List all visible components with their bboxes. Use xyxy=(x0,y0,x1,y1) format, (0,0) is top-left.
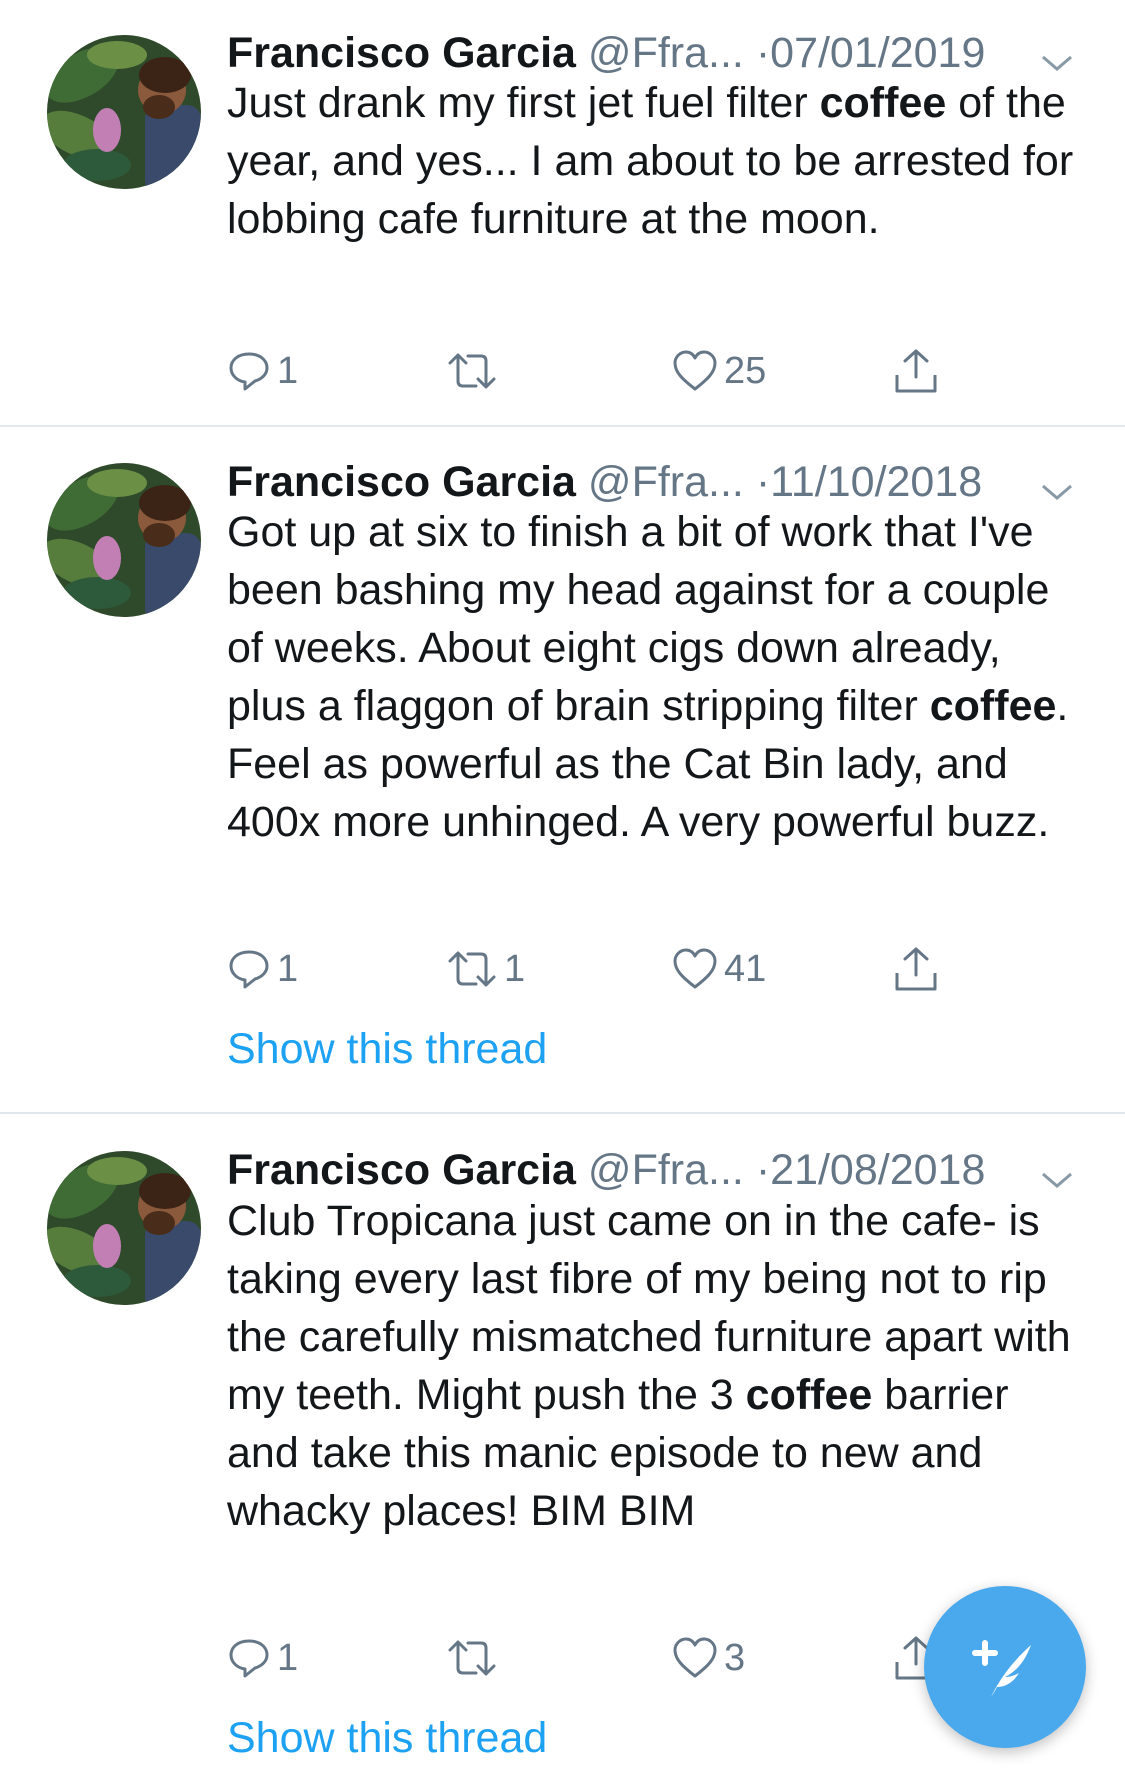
share-button[interactable] xyxy=(893,941,939,997)
reply-icon xyxy=(229,950,269,989)
tweet-actions: 1 3 xyxy=(227,1630,987,1686)
tweet-date[interactable]: 21/08/2018 xyxy=(770,1146,985,1194)
avatar[interactable] xyxy=(47,463,201,617)
retweet-icon xyxy=(448,951,496,987)
like-count: 41 xyxy=(724,947,767,990)
tweet[interactable]: Francisco Garcia @Ffra... ·11/10/2018 Go… xyxy=(0,427,1125,1112)
heart-icon xyxy=(673,948,717,989)
reply-count: 1 xyxy=(277,1636,299,1679)
tweet-date[interactable]: 07/01/2019 xyxy=(770,29,985,77)
reply-count: 1 xyxy=(277,349,299,392)
reply-button[interactable]: 1 xyxy=(227,1630,298,1686)
like-count: 25 xyxy=(724,349,767,392)
tweet-header: Francisco Garcia @Ffra... ·21/08/2018 xyxy=(227,1142,1087,1198)
tweet-text: Just drank my first jet fuel filter coff… xyxy=(227,74,1087,248)
tweet-text-segment: Got up at six to finish a bit of work th… xyxy=(227,508,1050,730)
highlighted-keyword: coffee xyxy=(819,79,947,127)
highlighted-keyword: coffee xyxy=(745,1371,873,1419)
heart-icon xyxy=(673,350,717,391)
share-icon xyxy=(895,947,937,991)
like-button[interactable]: 3 xyxy=(672,1630,745,1686)
reply-icon xyxy=(229,1639,269,1678)
reply-icon xyxy=(229,352,269,391)
author-handle[interactable]: @Ffra... xyxy=(588,29,744,77)
reply-count: 1 xyxy=(277,947,299,990)
avatar[interactable] xyxy=(47,35,201,189)
like-button[interactable]: 25 xyxy=(672,343,766,399)
author-handle[interactable]: @Ffra... xyxy=(588,458,744,506)
tweet-actions: 1 25 xyxy=(227,343,987,399)
tweet-text: Club Tropicana just came on in the cafe-… xyxy=(227,1192,1087,1540)
retweet-button[interactable] xyxy=(446,1630,504,1686)
highlighted-keyword: coffee xyxy=(929,682,1057,730)
tweet-actions: 1 1 41 xyxy=(227,941,987,997)
tweet[interactable]: Francisco Garcia @Ffra... ·07/01/2019 Ju… xyxy=(0,0,1125,425)
retweet-button[interactable] xyxy=(446,343,504,399)
like-count: 3 xyxy=(724,1636,746,1679)
retweet-count: 1 xyxy=(504,947,526,990)
chevron-down-icon[interactable] xyxy=(1037,1154,1077,1188)
reply-button[interactable]: 1 xyxy=(227,343,298,399)
retweet-icon xyxy=(448,1640,496,1676)
compose-tweet-icon xyxy=(972,1640,1031,1697)
show-thread-link[interactable]: Show this thread xyxy=(227,1710,547,1766)
separator-dot: · xyxy=(755,29,771,77)
author-name[interactable]: Francisco Garcia xyxy=(227,458,576,506)
avatar[interactable] xyxy=(47,1151,201,1305)
like-button[interactable]: 41 xyxy=(672,941,766,997)
heart-icon xyxy=(673,1637,717,1678)
compose-tweet-button[interactable] xyxy=(924,1586,1086,1748)
retweet-button[interactable]: 1 xyxy=(446,941,525,997)
author-handle[interactable]: @Ffra... xyxy=(588,1146,744,1194)
separator-dot: · xyxy=(755,1146,771,1194)
author-name[interactable]: Francisco Garcia xyxy=(227,29,576,77)
tweet-text: Got up at six to finish a bit of work th… xyxy=(227,503,1087,851)
separator-dot: · xyxy=(755,458,771,506)
tweet-date[interactable]: 11/10/2018 xyxy=(770,458,982,506)
show-thread-link[interactable]: Show this thread xyxy=(227,1021,547,1077)
reply-button[interactable]: 1 xyxy=(227,941,298,997)
author-name[interactable]: Francisco Garcia xyxy=(227,1146,576,1194)
tweet-text-segment: Just drank my first jet fuel filter xyxy=(227,79,820,127)
chevron-down-icon[interactable] xyxy=(1037,37,1077,71)
share-button[interactable] xyxy=(893,343,939,399)
tweet-header: Francisco Garcia @Ffra... ·07/01/2019 xyxy=(227,25,1087,81)
tweet-header: Francisco Garcia @Ffra... ·11/10/2018 xyxy=(227,454,1087,510)
retweet-icon xyxy=(448,353,496,389)
chevron-down-icon[interactable] xyxy=(1037,466,1077,500)
share-icon xyxy=(895,349,937,393)
